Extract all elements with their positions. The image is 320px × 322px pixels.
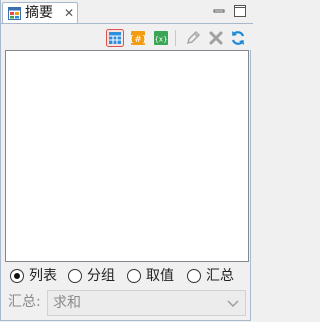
summary-row: 汇总: 求和	[1, 290, 253, 316]
summary-function-value: 求和	[53, 295, 81, 311]
panel-tab-strip: 摘要 ✕	[1, 0, 253, 24]
summary-panel: 摘要 ✕ {#} {x} 列表 分组 取值 汇总 汇总: 求和	[0, 0, 253, 321]
svg-text:{x}: {x}	[154, 36, 167, 44]
radio-group-label: 分组	[87, 268, 115, 284]
radio-value-label: 取值	[146, 268, 174, 284]
table-icon[interactable]	[106, 29, 124, 47]
hash-field-icon[interactable]: {#}	[129, 29, 147, 47]
radio-selected-dot	[14, 273, 20, 279]
radio-circle	[127, 269, 141, 283]
mode-radio-group: 列表 分组 取值 汇总	[1, 264, 253, 288]
toolbar: {#} {x}	[1, 24, 253, 50]
radio-circle	[68, 269, 82, 283]
tab-title: 摘要	[25, 5, 53, 21]
minimize-icon[interactable]	[211, 3, 227, 19]
radio-circle	[187, 269, 201, 283]
summary-table-icon	[8, 7, 21, 20]
variable-field-icon[interactable]: {x}	[152, 29, 170, 47]
tab-summary[interactable]: 摘要 ✕	[2, 2, 78, 24]
chevron-down-icon	[227, 300, 239, 307]
toolbar-separator	[175, 30, 176, 46]
radio-circle	[10, 269, 24, 283]
summary-function-select[interactable]: 求和	[47, 290, 246, 316]
radio-summary-label: 汇总	[206, 268, 234, 284]
refresh-icon[interactable]	[229, 29, 247, 47]
maximize-icon[interactable]	[232, 3, 248, 19]
summary-content-area[interactable]	[5, 50, 249, 262]
delete-x-icon[interactable]	[207, 29, 225, 47]
pencil-icon[interactable]	[184, 29, 202, 47]
svg-text:{#}: {#}	[129, 35, 147, 45]
radio-list-label: 列表	[29, 268, 57, 284]
close-icon[interactable]: ✕	[64, 5, 74, 21]
summary-label: 汇总:	[8, 294, 41, 310]
